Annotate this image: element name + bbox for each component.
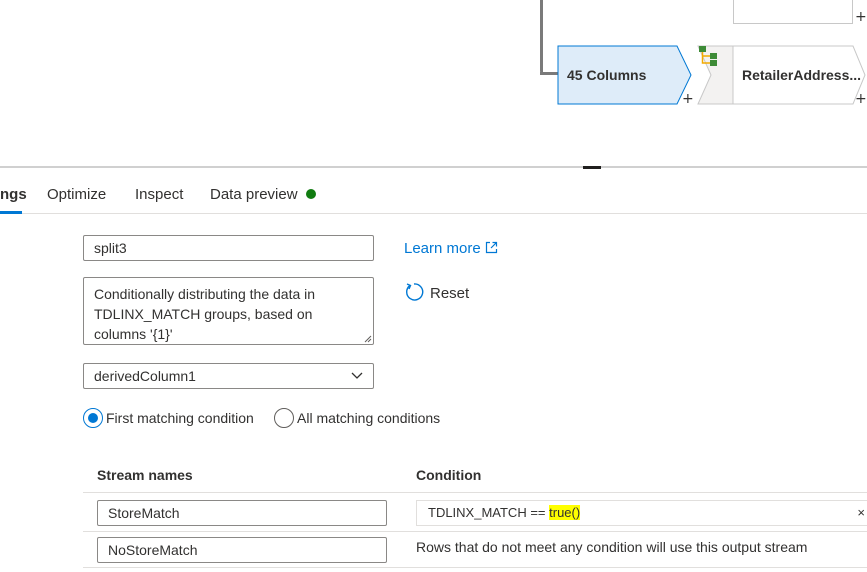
reset-icon — [406, 283, 424, 301]
active-tab-indicator — [0, 211, 22, 214]
settings-tabs: ngs Optimize Inspect Data preview — [0, 176, 867, 214]
column-header-stream-names: Stream names — [97, 467, 193, 483]
clear-expression-icon[interactable]: × — [857, 501, 865, 525]
default-stream-hint: Rows that do not meet any condition will… — [416, 539, 808, 555]
row-divider — [83, 567, 867, 568]
add-transform-icon[interactable]: + — [855, 10, 867, 24]
reset-button[interactable]: Reset — [404, 282, 469, 302]
description-text: Conditionally distributing the data in T… — [94, 286, 316, 342]
reset-label: Reset — [430, 285, 470, 302]
conditional-split-icon — [699, 46, 717, 66]
chevron-down-icon — [351, 372, 363, 379]
status-dot-icon — [305, 189, 316, 199]
learn-more-label: Learn more — [404, 240, 481, 257]
radio-label: First matching condition — [106, 410, 254, 426]
node-label: 45 Columns — [567, 67, 647, 83]
stream-name-input[interactable]: StoreMatch — [97, 500, 387, 526]
learn-more-link[interactable]: Learn more — [404, 240, 498, 257]
splitter-handle[interactable] — [583, 166, 601, 169]
node-retailer-address[interactable]: RetailerAddress... — [697, 45, 867, 105]
add-transform-icon[interactable]: + — [682, 92, 694, 106]
expression-text: TDLINX_MATCH == — [428, 505, 550, 520]
header-divider — [83, 492, 867, 493]
stream-name-input[interactable]: NoStoreMatch — [97, 537, 387, 563]
panel-splitter[interactable] — [0, 166, 867, 168]
tab-label: Data preview — [210, 186, 298, 203]
incoming-stream-dropdown[interactable]: derivedColumn1 — [83, 363, 374, 389]
tab-data-preview[interactable]: Data preview — [210, 186, 316, 203]
radio-unchecked-icon — [274, 408, 294, 428]
expression-highlight: true() — [549, 505, 581, 520]
tab-optimize[interactable]: Optimize — [47, 186, 106, 203]
connector-line — [540, 0, 543, 74]
add-transform-icon[interactable]: + — [855, 92, 867, 106]
radio-label: All matching conditions — [297, 410, 441, 426]
data-flow-canvas[interactable]: + 45 Columns + RetailerAddress... + — [0, 0, 867, 168]
node-label: RetailerAddress... — [742, 67, 862, 83]
tab-settings[interactable]: ngs — [0, 186, 27, 203]
column-header-condition: Condition — [416, 467, 482, 483]
dropdown-value: derivedColumn1 — [94, 368, 196, 384]
tab-inspect[interactable]: Inspect — [135, 186, 183, 203]
condition-expression-input[interactable]: TDLINX_MATCH == true() × — [416, 500, 867, 526]
row-divider — [83, 531, 867, 532]
resize-grip-icon[interactable] — [364, 335, 372, 343]
radio-checked-icon — [83, 408, 103, 428]
description-textarea[interactable]: Conditionally distributing the data in T… — [83, 277, 374, 345]
upstream-node-partial[interactable] — [733, 0, 853, 24]
external-link-icon — [485, 241, 497, 254]
output-stream-name-input[interactable]: split3 — [83, 235, 374, 261]
node-45-columns[interactable]: 45 Columns — [557, 45, 693, 105]
